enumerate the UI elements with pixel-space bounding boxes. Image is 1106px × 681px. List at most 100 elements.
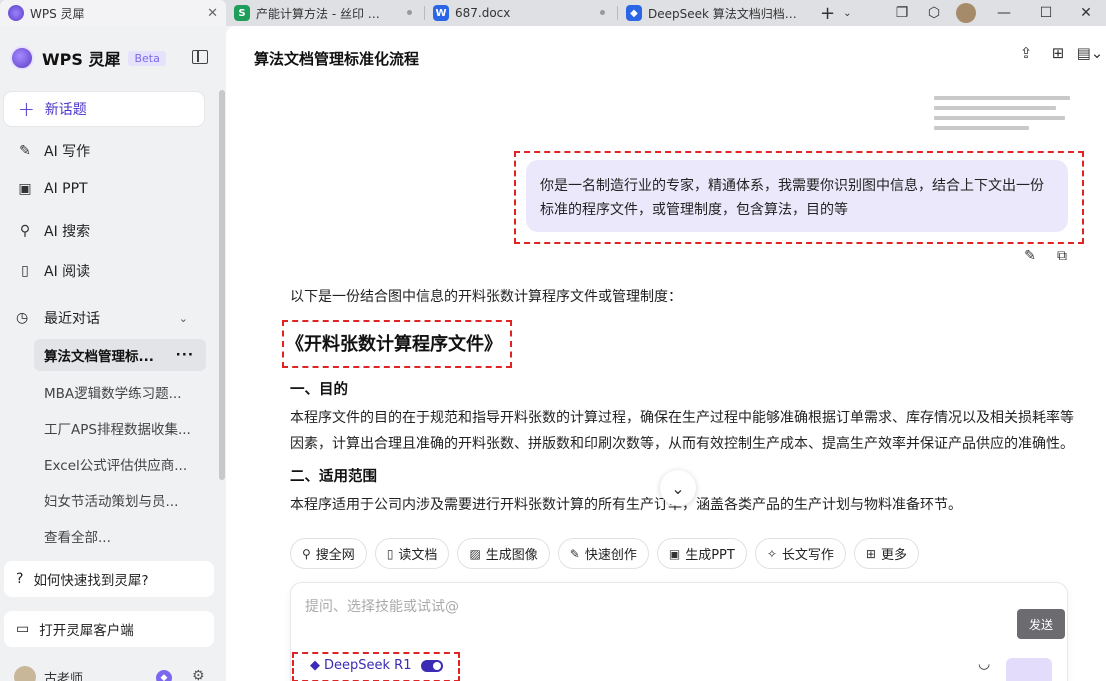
- attached-image-thumbnail[interactable]: [934, 90, 1070, 140]
- search-web-icon: ⚲: [302, 546, 311, 561]
- sidebar-item-ai-search[interactable]: ⚲ AI 搜索: [16, 221, 90, 241]
- voice-input-button[interactable]: [1006, 658, 1052, 681]
- deep-think-toggle[interactable]: [421, 659, 444, 672]
- unsaved-dot-icon: [600, 10, 605, 15]
- recent-chat-item[interactable]: 算法文档管理标... ···: [34, 339, 206, 371]
- read-icon: ▯: [21, 263, 29, 279]
- sidebar-scrollbar[interactable]: [219, 90, 225, 480]
- clock-icon: ◷: [16, 310, 29, 326]
- header-tools: ⇪ ⊞ ▤⌄: [1010, 44, 1106, 62]
- read-doc-icon: ▯: [386, 546, 394, 561]
- recent-chat-item[interactable]: MBA逻辑数学练习题...: [44, 382, 194, 402]
- recent-chat-item[interactable]: 妇女节活动策划与员...: [44, 490, 194, 510]
- ppt-icon: ▣: [18, 181, 32, 197]
- section-heading: 一、目的: [290, 382, 348, 398]
- close-window-button[interactable]: ✕: [1066, 0, 1106, 26]
- user-message-bubble: 你是一名制造行业的专家，精通体系，我需要你识别图中信息，结合上下文出一份标准的程…: [526, 160, 1068, 232]
- open-client-label: 打开灵犀客户端: [39, 623, 134, 639]
- sidebar-item-label: AI PPT: [44, 181, 88, 197]
- user-name: 古老师: [44, 671, 84, 681]
- chevron-down-icon: ⌄: [178, 311, 188, 325]
- sidebar-item-label: AI 阅读: [44, 264, 91, 280]
- edit-pencil-icon[interactable]: ✎: [1014, 248, 1046, 264]
- chip-read-doc[interactable]: ▯ 读文档: [374, 538, 450, 569]
- new-chat-label: 新话题: [44, 102, 87, 118]
- chip-long-write[interactable]: ✧ 长文写作: [754, 538, 846, 569]
- copy-icon[interactable]: ⧉: [1046, 248, 1078, 264]
- scroll-to-bottom-button[interactable]: ⌄: [660, 470, 696, 506]
- view-all-link[interactable]: 查看全部...: [44, 526, 111, 546]
- chevron-down-icon: ⌄: [843, 7, 852, 19]
- open-client-button[interactable]: ▭ 打开灵犀客户端: [4, 611, 214, 647]
- user-avatar-icon[interactable]: [950, 0, 982, 26]
- maximize-button[interactable]: ☐: [1026, 0, 1066, 26]
- tab-spreadsheet[interactable]: S 产能计算方法 - 丝印 模板: [226, 0, 424, 26]
- image-gen-icon: ▨: [469, 546, 481, 561]
- tab-title: 产能计算方法 - 丝印 模板: [256, 6, 386, 21]
- bookmark-add-icon[interactable]: ⊞: [1042, 44, 1074, 62]
- word-doc-icon: W: [433, 5, 449, 21]
- wps-lingxi-logo-icon: [10, 46, 34, 70]
- chip-quick-create[interactable]: ✎ 快速创作: [557, 538, 649, 569]
- quick-create-icon: ✎: [569, 546, 580, 561]
- sidebar-item-ai-reading[interactable]: ▯ AI 阅读: [16, 261, 90, 281]
- notification-badge-icon[interactable]: ◆: [156, 670, 172, 681]
- model-selector[interactable]: ◆ DeepSeek R1: [310, 658, 444, 673]
- recent-chats-header[interactable]: ◷ 最近对话 ⌄: [16, 308, 188, 328]
- brand: WPS 灵犀 Beta: [10, 46, 166, 70]
- brand-name: WPS 灵犀: [42, 50, 121, 69]
- question-icon: ?: [16, 571, 24, 587]
- more-options-icon[interactable]: ···: [176, 347, 194, 363]
- search-icon: ⚲: [19, 223, 31, 239]
- sidebar-collapse-icon[interactable]: [192, 50, 208, 64]
- new-chat-button[interactable]: + 新话题: [4, 92, 204, 126]
- recent-chat-title: 算法文档管理标...: [44, 349, 154, 365]
- help-find-lingxi-button[interactable]: ? 如何快速找到灵犀?: [4, 561, 214, 597]
- chip-ppt-gen[interactable]: ▣ 生成PPT: [656, 538, 747, 569]
- sidebar-item-ai-writing[interactable]: ✎ AI 写作: [16, 141, 90, 161]
- tab-bar: WPS 灵犀 ✕ S 产能计算方法 - 丝印 模板 W 687.docx ◆ D…: [0, 0, 1106, 26]
- spreadsheet-icon: S: [234, 5, 250, 21]
- emoji-icon[interactable]: ◡: [978, 656, 990, 672]
- ppt-gen-icon: ▣: [668, 546, 681, 561]
- recent-chats-label: 最近对话: [44, 311, 100, 327]
- document-title: 《开料张数计算程序文件》: [282, 320, 512, 368]
- recent-chat-item[interactable]: Excel公式评估供应商...: [44, 454, 194, 474]
- tab-wps-lingxi[interactable]: WPS 灵犀 ✕: [0, 0, 226, 26]
- close-icon[interactable]: ✕: [207, 6, 218, 21]
- tab-deepseek[interactable]: ◆ DeepSeek 算法文档归档流程: [618, 0, 814, 26]
- window-layout-icon[interactable]: ❐: [886, 0, 918, 26]
- recent-chat-item[interactable]: 工厂APS排程数据收集...: [44, 418, 194, 438]
- avatar: [14, 666, 36, 681]
- sidebar-item-label: AI 搜索: [44, 224, 91, 240]
- message-tools: ✎ ⧉: [1014, 248, 1078, 264]
- settings-gear-icon[interactable]: ⚙: [192, 668, 205, 681]
- chip-search-web[interactable]: ⚲ 搜全网: [290, 538, 367, 569]
- section-paragraph: 本程序文件的目的在于规范和指导开料张数的计算过程，确保在生产过程中能够准确根据订…: [290, 410, 1074, 452]
- tab-title: 687.docx: [455, 6, 511, 20]
- chip-more[interactable]: ⊞ 更多: [853, 538, 919, 569]
- model-name: DeepSeek R1: [324, 658, 412, 673]
- help-label: 如何快速找到灵犀?: [33, 573, 149, 589]
- new-tab-button[interactable]: + ⌄: [820, 0, 851, 26]
- beta-badge: Beta: [128, 50, 166, 66]
- user-profile[interactable]: 古老师: [14, 666, 83, 681]
- sidebar-item-ai-ppt[interactable]: ▣ AI PPT: [16, 181, 88, 197]
- chip-image-gen[interactable]: ▨ 生成图像: [457, 538, 550, 569]
- tab-document[interactable]: W 687.docx: [425, 0, 617, 26]
- wps-lingxi-icon: [8, 5, 24, 21]
- chat-main: 算法文档管理标准化流程 ⇪ ⊞ ▤⌄ 你是一名制造行业的专家，精通体系，我需要你…: [226, 26, 1106, 681]
- sidebar: WPS 灵犀 Beta + 新话题 ✎ AI 写作 ▣ AI PPT ⚲ AI …: [0, 26, 226, 681]
- pen-icon: ✎: [19, 143, 31, 159]
- tab-title: WPS 灵犀: [30, 6, 85, 21]
- send-button[interactable]: 发送: [1017, 609, 1065, 639]
- minimize-button[interactable]: —: [982, 0, 1026, 26]
- prompt-input[interactable]: [305, 599, 905, 615]
- share-icon[interactable]: ⇪: [1010, 44, 1042, 62]
- plus-icon: +: [820, 2, 836, 24]
- deepseek-icon: ◆: [626, 5, 642, 21]
- document-export-icon[interactable]: ▤⌄: [1074, 44, 1106, 62]
- more-grid-icon: ⊞: [865, 546, 876, 561]
- cube-icon[interactable]: ⬡: [918, 0, 950, 26]
- unsaved-dot-icon: [407, 10, 412, 15]
